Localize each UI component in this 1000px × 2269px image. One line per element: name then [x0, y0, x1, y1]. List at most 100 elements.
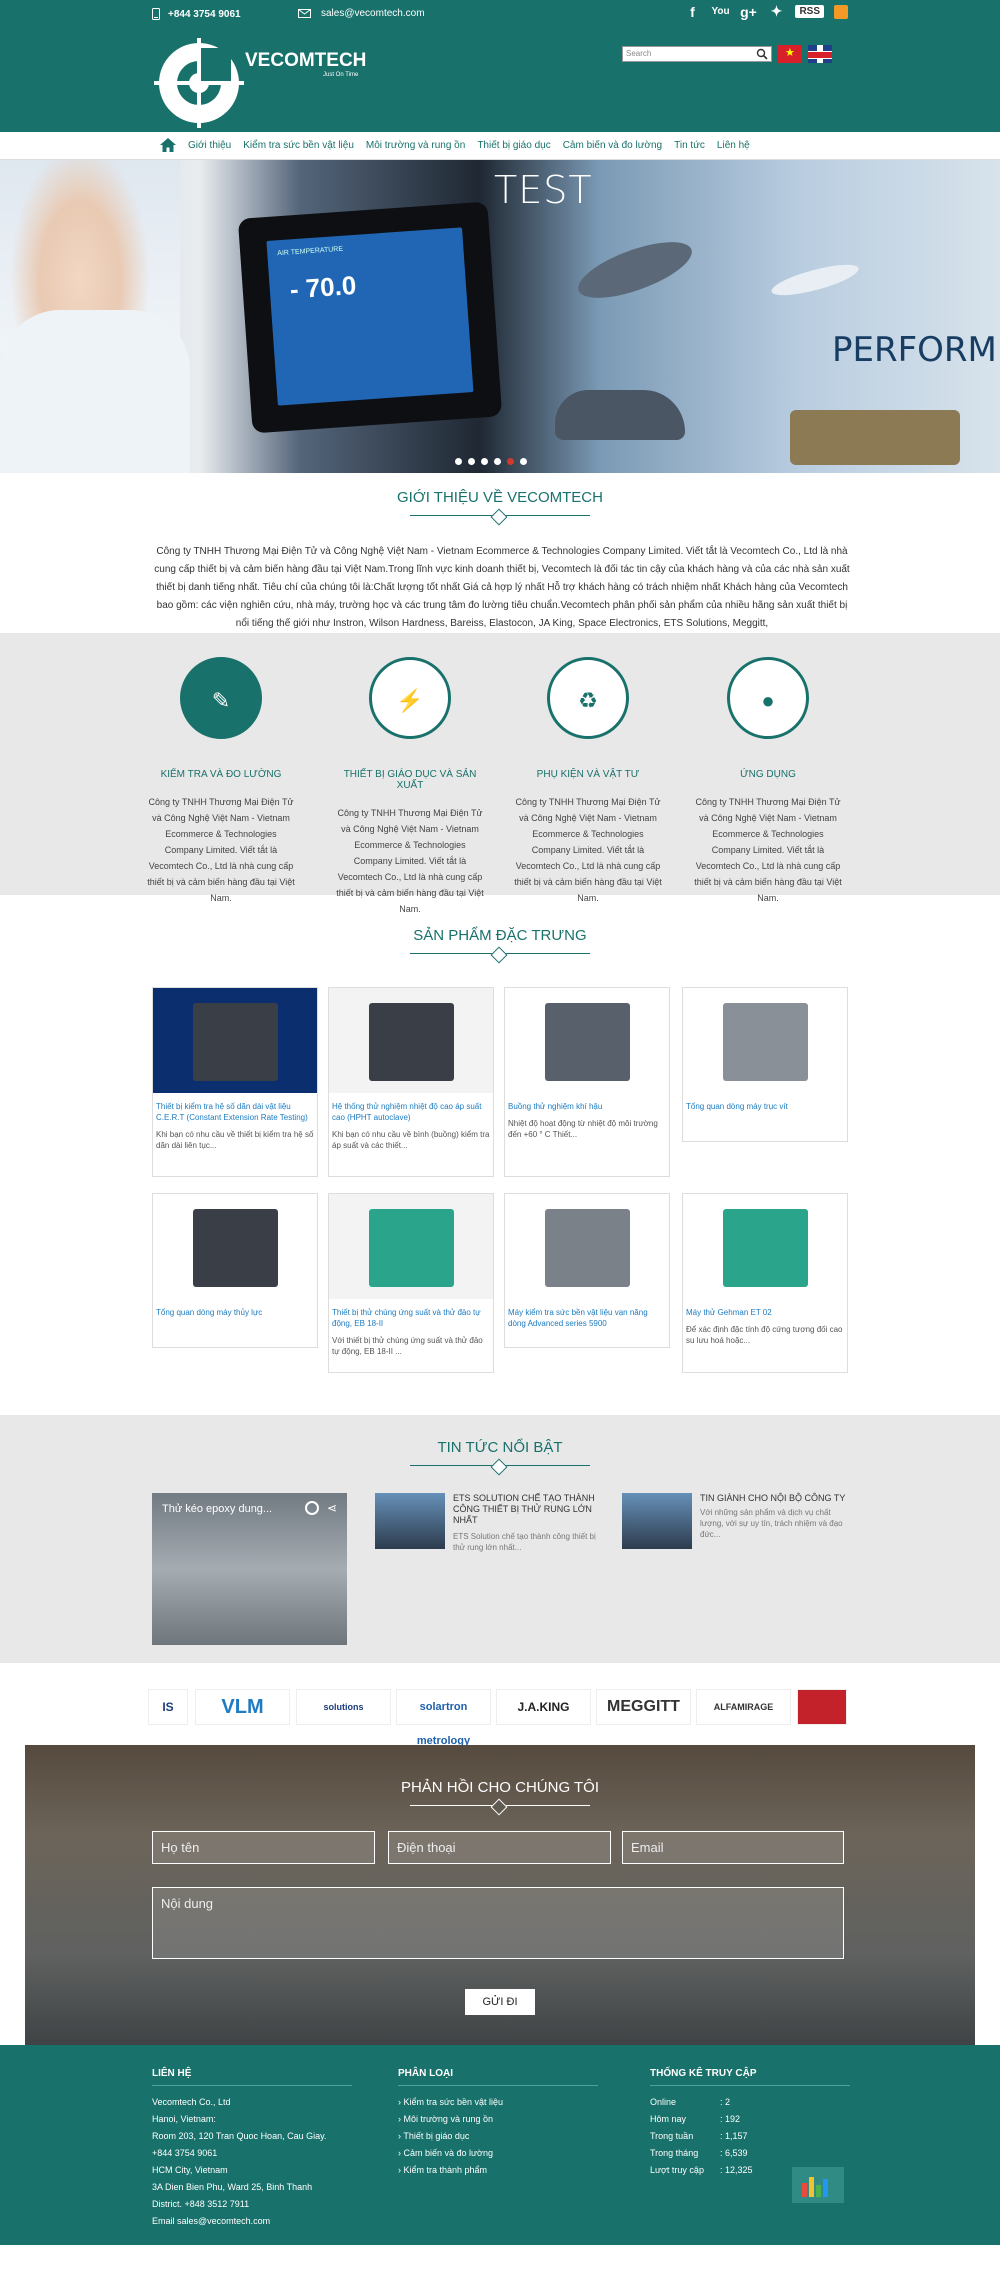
uk-flag-icon[interactable]	[808, 45, 832, 63]
slider-dot[interactable]	[481, 458, 488, 465]
stat-value: : 2	[720, 2097, 731, 2107]
product-title[interactable]: Tổng quan dòng máy trục vít	[686, 1101, 844, 1112]
product-card[interactable]: Máy kiểm tra sức bền vật liệu vạn năng d…	[504, 1193, 670, 1348]
product-image[interactable]	[505, 1194, 669, 1299]
feature-circle[interactable]: ●	[727, 657, 809, 739]
news-item-title[interactable]: TIN GIÀNH CHO NỘI BỘ CÔNG TY	[700, 1493, 855, 1504]
partner-logo[interactable]	[797, 1689, 847, 1725]
feature-title[interactable]: Ứng dụng	[693, 769, 843, 780]
stats-counter-icon[interactable]	[792, 2167, 844, 2203]
feature-title[interactable]: Kiểm tra và đo lường	[146, 769, 296, 780]
product-card[interactable]: Máy thử Gehman ET 02 Để xác định đặc tính…	[682, 1193, 848, 1373]
product-image[interactable]	[683, 988, 847, 1093]
footer-category-link[interactable]: Kiểm tra sức bền vật liệu	[398, 2094, 598, 2111]
footer-category-link[interactable]: Cảm biến và đo lường	[398, 2145, 598, 2162]
search-input[interactable]: Search	[622, 46, 772, 62]
email-text[interactable]: sales@vecomtech.com	[321, 8, 425, 19]
feature-title[interactable]: Phụ kiện và vật tư	[513, 769, 663, 780]
product-title[interactable]: Thiết bị kiểm tra hệ số dãn dài vật liệu…	[156, 1101, 314, 1123]
hero-tablet-image: AIR TEMPERATURE - 70.0	[237, 201, 503, 434]
nav-item-kiem-tra[interactable]: Kiểm tra sức bền vật liệu	[243, 140, 354, 151]
feature-card[interactable]: ● Ứng dụng Công ty TNHH Thương Mại Điện …	[693, 657, 843, 906]
rss-icon[interactable]	[834, 4, 848, 19]
feature-circle[interactable]: ♻	[547, 657, 629, 739]
product-card[interactable]: Thiết bị kiểm tra hệ số dãn dài vật liệu…	[152, 987, 318, 1177]
name-field[interactable]: Họ tên	[152, 1831, 375, 1864]
youtube-icon[interactable]: You	[711, 6, 729, 17]
slider-dot-active[interactable]	[507, 458, 514, 465]
send-button[interactable]: GỬI ĐI	[465, 1989, 535, 2015]
feature-circle[interactable]: ✎	[180, 657, 262, 739]
product-desc: Khi bạn có nhu cầu về bình (buồng) kiểm …	[332, 1130, 490, 1150]
product-card[interactable]: Buồng thử nghiệm khí hậu Nhiệt độ hoạt độ…	[504, 987, 670, 1177]
product-image[interactable]	[329, 988, 493, 1093]
product-image[interactable]	[505, 988, 669, 1093]
message-textarea[interactable]: Nội dung	[152, 1887, 844, 1959]
partner-logo[interactable]: IS	[148, 1689, 188, 1725]
nav-item-cam-bien[interactable]: Cảm biến và đo lường	[563, 140, 662, 151]
product-image[interactable]	[153, 1194, 317, 1299]
nav-item-lien-he[interactable]: Liên hệ	[717, 140, 750, 151]
product-card[interactable]: Thiết bị thử chùng ứng suất và thử đảo t…	[328, 1193, 494, 1373]
partner-logo[interactable]: MEGGITT	[596, 1689, 691, 1725]
email-contact[interactable]: sales@vecomtech.com	[298, 8, 425, 19]
footer-category-link[interactable]: Kiểm tra thành phẩm	[398, 2162, 598, 2179]
logo-icon[interactable]	[152, 36, 246, 130]
feature-card[interactable]: ⚡ Thiết bị giáo dục và sản xuất Công ty …	[335, 657, 485, 917]
nav-item-thiet-bi[interactable]: Thiết bị giáo dục	[477, 140, 550, 151]
partner-logo[interactable]: solutions	[296, 1689, 391, 1725]
search-icon[interactable]	[755, 48, 769, 60]
feature-circle[interactable]: ⚡	[369, 657, 451, 739]
feature-title[interactable]: Thiết bị giáo dục và sản xuất	[335, 769, 485, 791]
twitter-icon[interactable]: ✦	[767, 3, 785, 20]
feedback-section: Phản hồi cho chúng tôi Họ tên Điện thoại…	[25, 1745, 975, 2045]
footer-contact: Liên hệ Vecomtech Co., Ltd Hanoi, Vietna…	[152, 2065, 352, 2230]
video-title[interactable]: Thử kéo epoxy dung...	[162, 1503, 272, 1515]
footer-line: District. +848 3512 7911	[152, 2199, 250, 2209]
partner-logo[interactable]: VLM	[195, 1689, 290, 1725]
brand-name[interactable]: VECOMTECH	[245, 50, 366, 72]
product-title[interactable]: Máy thử Gehman ET 02	[686, 1307, 844, 1318]
product-title[interactable]: Hệ thống thử nghiệm nhiệt độ cao áp suất…	[332, 1101, 490, 1123]
slider-dot[interactable]	[520, 458, 527, 465]
product-card[interactable]: Tổng quan dòng máy thủy lực	[152, 1193, 318, 1348]
product-image[interactable]	[683, 1194, 847, 1299]
feature-card[interactable]: ✎ Kiểm tra và đo lường Công ty TNHH Thươ…	[146, 657, 296, 906]
feature-card[interactable]: ♻ Phụ kiện và vật tư Công ty TNHH Thương…	[513, 657, 663, 906]
partner-logo[interactable]: J.A.KING	[496, 1689, 591, 1725]
share-icon[interactable]: ⋖	[327, 1501, 337, 1515]
phone-field[interactable]: Điện thoại	[388, 1831, 611, 1864]
footer-category-link[interactable]: Thiết bị giáo dục	[398, 2128, 598, 2145]
footer-line[interactable]: Email sales@vecomtech.com	[152, 2213, 352, 2230]
email-field[interactable]: Email	[622, 1831, 844, 1864]
news-image[interactable]	[622, 1493, 692, 1549]
partner-logo[interactable]: solartron metrology	[396, 1689, 491, 1747]
news-item-title[interactable]: ETS SOLUTION CHẾ TẠO THÀNH CÔNG THIẾT BỊ…	[453, 1493, 603, 1526]
google-plus-icon[interactable]: g+	[739, 4, 757, 20]
product-card[interactable]: Tổng quan dòng máy trục vít	[682, 987, 848, 1142]
vietnam-flag-icon[interactable]	[778, 45, 802, 63]
hero-slider[interactable]: AIR TEMPERATURE - 70.0 TEST PERFORM	[0, 160, 1000, 473]
products-title-text: Sản phẩm đặc trưng	[413, 927, 587, 944]
slider-dot[interactable]	[455, 458, 462, 465]
product-image[interactable]	[153, 988, 317, 1093]
nav-item-moi-truong[interactable]: Môi trường và rung ồn	[366, 140, 465, 151]
product-title[interactable]: Thiết bị thử chùng ứng suất và thử đảo t…	[332, 1307, 490, 1329]
product-image[interactable]	[329, 1194, 493, 1299]
product-card[interactable]: Hệ thống thử nghiệm nhiệt độ cao áp suất…	[328, 987, 494, 1177]
footer-category-link[interactable]: Môi trường và rung ồn	[398, 2111, 598, 2128]
partner-logo[interactable]: ALFAMIRAGE	[696, 1689, 791, 1725]
rss-button[interactable]: RSS	[795, 5, 824, 18]
product-title[interactable]: Buồng thử nghiệm khí hậu	[508, 1101, 666, 1112]
product-title[interactable]: Tổng quan dòng máy thủy lực	[156, 1307, 314, 1318]
facebook-icon[interactable]: f	[683, 4, 701, 20]
slider-dot[interactable]	[468, 458, 475, 465]
news-image[interactable]	[375, 1493, 445, 1549]
video-player[interactable]: Thử kéo epoxy dung... ⋖	[152, 1493, 347, 1645]
slider-dot[interactable]	[494, 458, 501, 465]
nav-item-tin-tuc[interactable]: Tin tức	[674, 140, 705, 151]
clock-icon[interactable]	[305, 1501, 319, 1515]
product-title[interactable]: Máy kiểm tra sức bền vật liệu vạn năng d…	[508, 1307, 666, 1329]
nav-item-gioi-thieu[interactable]: Giới thiệu	[188, 140, 231, 151]
home-icon[interactable]	[160, 138, 176, 152]
